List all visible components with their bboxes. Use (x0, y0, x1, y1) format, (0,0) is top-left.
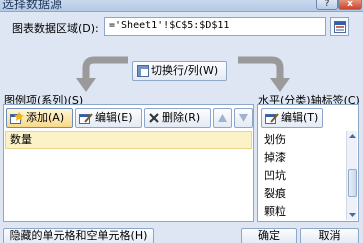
add-icon (10, 112, 24, 124)
delete-series-label: 删除(R) (162, 111, 201, 124)
arrow-left-icon (76, 56, 128, 92)
add-series-button[interactable]: 添加(A) (6, 108, 73, 128)
dialog-title: 选择数据源 (2, 0, 63, 11)
series-item[interactable]: 数量 (5, 131, 252, 149)
edit-icon (79, 113, 93, 124)
help-button[interactable]: ? (316, 0, 338, 10)
ok-button[interactable]: 确定 (241, 228, 297, 243)
hidden-empty-cells-button[interactable]: 隐藏的单元格和空单元格(H) (3, 228, 154, 243)
switch-row-column-label: 切换行/列(W) (151, 64, 219, 77)
arrow-right-icon (238, 56, 290, 92)
edit-axis-labels-label: 编辑(T) (281, 111, 319, 124)
category-item[interactable]: 凹坑 (260, 167, 344, 185)
add-series-label: 添加(A) (26, 111, 65, 124)
axis-labels-panel: 编辑(T) 划伤 掉漆 凹坑 裂痕 颗粒 (257, 104, 359, 222)
switch-row-column-button[interactable]: 切换行/列(W) (132, 61, 227, 81)
legend-entries-panel: 添加(A) 编辑(E) 删除(R) 数量 (3, 104, 254, 222)
edit-series-button[interactable]: 编辑(E) (75, 108, 142, 128)
category-scrollbar[interactable] (346, 131, 357, 220)
range-picker-icon (334, 21, 346, 33)
data-range-input[interactable]: ='Sheet1'!$C$5:$D$11 (104, 17, 326, 36)
scroll-down-icon[interactable] (348, 210, 357, 219)
scrollbar-thumb[interactable] (348, 169, 357, 197)
delete-series-button[interactable]: 删除(R) (144, 108, 211, 128)
category-item[interactable]: 划伤 (260, 131, 344, 149)
move-up-icon (218, 114, 227, 122)
category-item[interactable]: 裂痕 (260, 185, 344, 203)
move-down-icon (239, 114, 248, 122)
series-list: 数量 (5, 131, 252, 220)
dialog-titlebar: 选择数据源 ? x (0, 0, 363, 12)
category-list: 划伤 掉漆 凹坑 裂痕 颗粒 (260, 131, 344, 220)
scroll-up-icon[interactable] (348, 132, 357, 141)
delete-icon (149, 113, 159, 123)
edit-icon (265, 113, 279, 124)
edit-series-label: 编辑(E) (95, 111, 133, 124)
cancel-button[interactable]: 取消 (300, 228, 359, 243)
collapse-range-button[interactable] (330, 17, 349, 36)
move-up-button[interactable] (213, 108, 232, 128)
switch-icon (137, 65, 149, 77)
edit-axis-labels-button[interactable]: 编辑(T) (261, 108, 323, 128)
move-down-button[interactable] (234, 108, 253, 128)
category-item[interactable]: 颗粒 (260, 203, 344, 221)
category-item[interactable]: 掉漆 (260, 149, 344, 167)
data-range-label: 图表数据区域(D): (12, 22, 99, 35)
close-button[interactable]: x (338, 0, 362, 10)
